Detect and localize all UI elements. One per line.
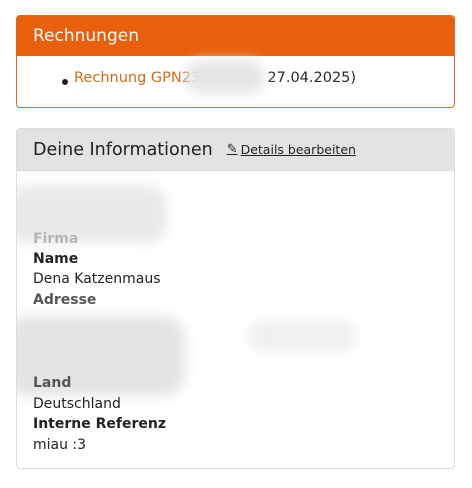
invoice-link[interactable]: Rechnung GPN23 [74, 70, 200, 86]
name-value: Dena Katzenmaus [33, 271, 161, 287]
info-title: Deine Informationen [33, 139, 213, 160]
redaction-blur [185, 60, 265, 94]
info-header: Deine Informationen ✎ Details bearbeiten [17, 129, 454, 171]
edit-details-label: Details bearbeiten [240, 142, 356, 157]
ref-value: miau :3 [33, 437, 87, 453]
info-panel: Deine Informationen ✎ Details bearbeiten… [16, 128, 455, 469]
info-body: Firma Name Dena Katzenmaus Adresse Land … [17, 171, 454, 468]
invoice-date: 27.04.2025) [267, 70, 357, 86]
land-label: Land [33, 375, 72, 391]
list-bullet [62, 79, 68, 85]
name-label: Name [33, 251, 79, 267]
invoices-header: Rechnungen [17, 16, 454, 56]
invoices-panel: Rechnungen Rechnung GPN23 27.04.2025) [16, 15, 455, 108]
ref-label: Interne Referenz [33, 416, 166, 432]
firma-label: Firma [33, 231, 79, 247]
land-value: Deutschland [33, 396, 121, 412]
edit-icon: ✎ [226, 142, 238, 157]
invoices-list: Rechnung GPN23 27.04.2025) [17, 56, 454, 94]
redaction-blur [247, 321, 357, 351]
edit-details-link[interactable]: ✎ Details bearbeiten [227, 142, 356, 157]
adresse-label: Adresse [33, 292, 97, 308]
